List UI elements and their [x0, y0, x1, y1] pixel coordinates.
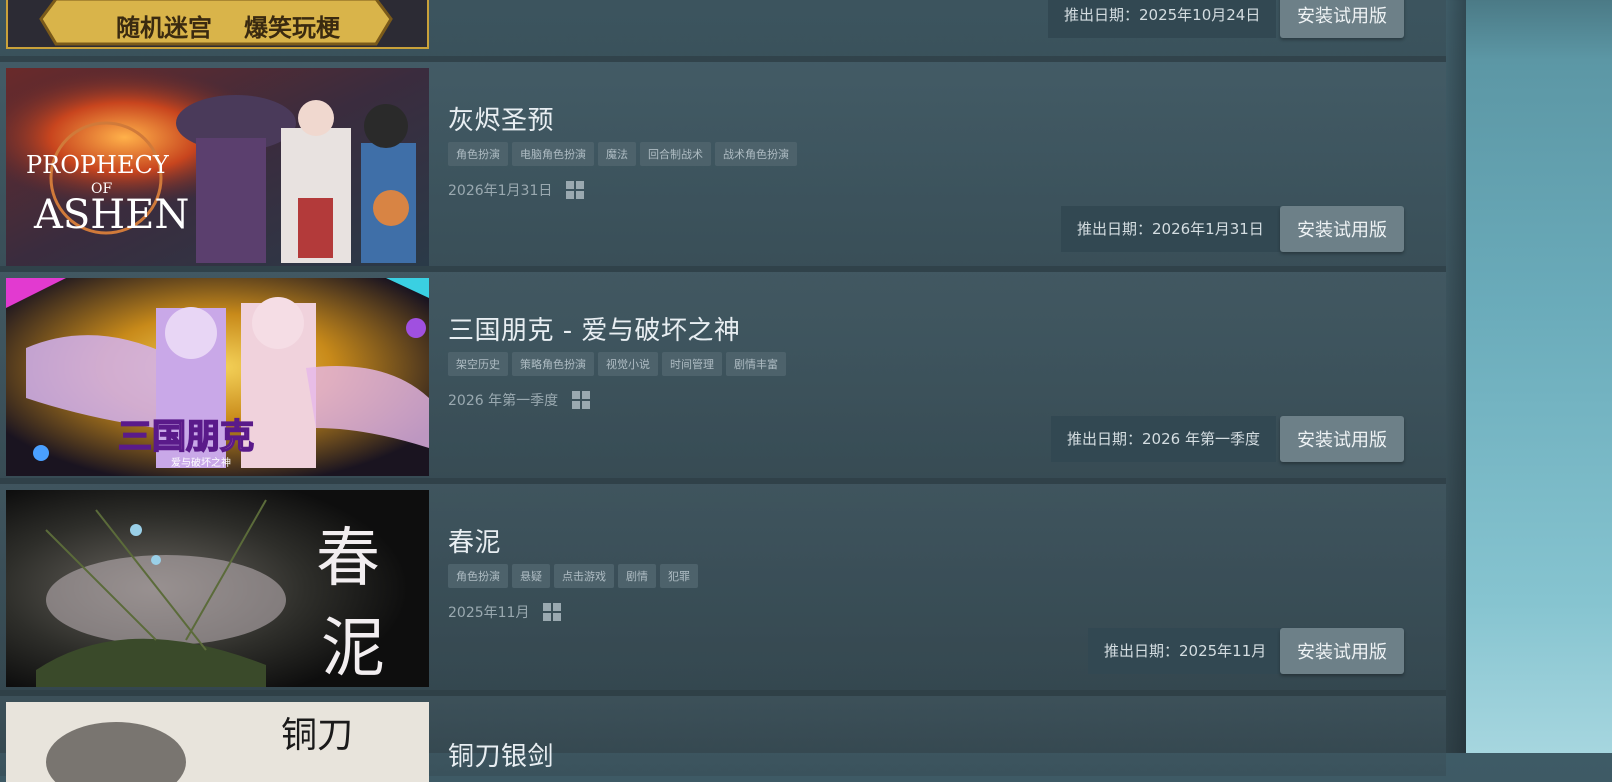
game-title[interactable]: 铜刀银剑 — [448, 736, 554, 773]
capsule-title-text: 随机迷宫 — [116, 14, 212, 42]
date-row: 2026年1月31日 — [448, 180, 585, 200]
right-background-panel — [1466, 0, 1612, 753]
tag-list: 角色扮演 悬疑 点击游戏 剧情 犯罪 — [448, 564, 698, 588]
tag-list: 架空历史 策略角色扮演 视觉小说 时间管理 剧情丰富 — [448, 352, 786, 376]
install-demo-button[interactable]: 安装试用版 — [1280, 416, 1404, 462]
game-tag[interactable]: 电脑角色扮演 — [512, 142, 594, 166]
game-tag[interactable]: 战术角色扮演 — [715, 142, 797, 166]
game-capsule-image[interactable]: 铜刀 — [6, 702, 429, 782]
game-title[interactable]: 春泥 — [448, 522, 501, 559]
game-row-prophecy[interactable]: PROPHECY OF ASHEN 灰烬圣预 角色扮演 电脑角色扮演 魔法 回合… — [0, 62, 1446, 272]
game-tag[interactable]: 剧情丰富 — [726, 352, 786, 376]
panel-shadow — [1446, 0, 1468, 753]
capsule-logo-text: ASHEN — [33, 192, 189, 238]
game-title[interactable]: 灰烬圣预 — [448, 100, 554, 137]
game-row-top-partial[interactable]: 随机迷宫 爆笑玩梗 推出日期：2025年10月24日 安装试用版 — [0, 0, 1446, 62]
capsule-logo-text: 三国朋克 — [118, 417, 254, 457]
date-row: 2025年11月 — [448, 602, 562, 622]
game-tag[interactable]: 剧情 — [618, 564, 656, 588]
release-date-text: 2026 年第一季度 — [448, 393, 559, 409]
game-tag[interactable]: 点击游戏 — [554, 564, 614, 588]
release-date-text: 2026年1月31日 — [448, 183, 553, 199]
install-demo-button[interactable]: 安装试用版 — [1280, 206, 1404, 252]
game-tag[interactable]: 魔法 — [598, 142, 636, 166]
game-list: 随机迷宫 爆笑玩梗 推出日期：2025年10月24日 安装试用版 PROPHEC… — [0, 0, 1446, 782]
game-capsule-image[interactable]: 随机迷宫 爆笑玩梗 — [6, 0, 429, 49]
game-row-sanguo[interactable]: 三国朋克 爱与破坏之神 三国朋克 - 爱与破坏之神 架空历史 策略角色扮演 视觉… — [0, 272, 1446, 484]
game-capsule-image[interactable]: 三国朋克 爱与破坏之神 — [6, 278, 429, 476]
release-date-pill: 推出日期：2026 年第一季度 — [1051, 416, 1276, 462]
date-row: 2026 年第一季度 — [448, 390, 591, 410]
windows-icon — [543, 603, 562, 621]
windows-icon — [572, 391, 591, 409]
game-tag[interactable]: 策略角色扮演 — [512, 352, 594, 376]
game-capsule-image[interactable]: 春 泥 — [6, 490, 429, 687]
game-capsule-image[interactable]: PROPHECY OF ASHEN — [6, 68, 429, 266]
game-tag[interactable]: 架空历史 — [448, 352, 508, 376]
game-tag[interactable]: 犯罪 — [660, 564, 698, 588]
game-row-bottom-partial[interactable]: 铜刀 铜刀银剑 — [0, 696, 1446, 782]
capsule-logo-text: 铜刀 — [281, 715, 353, 756]
game-tag[interactable]: 悬疑 — [512, 564, 550, 588]
capsule-subtitle-text: 爆笑玩梗 — [244, 14, 341, 42]
release-date-pill: 推出日期：2025年11月 — [1088, 628, 1283, 674]
game-tag[interactable]: 角色扮演 — [448, 564, 508, 588]
tag-list: 角色扮演 电脑角色扮演 魔法 回合制战术 战术角色扮演 — [448, 142, 797, 166]
game-tag[interactable]: 角色扮演 — [448, 142, 508, 166]
release-date-pill: 推出日期：2026年1月31日 — [1061, 206, 1280, 252]
capsule-logo-text: PROPHECY — [26, 151, 170, 179]
game-tag[interactable]: 回合制战术 — [640, 142, 711, 166]
install-demo-button[interactable]: 安装试用版 — [1280, 0, 1404, 38]
release-date-text: 2025年11月 — [448, 605, 530, 621]
game-tag[interactable]: 时间管理 — [662, 352, 722, 376]
install-demo-button[interactable]: 安装试用版 — [1280, 628, 1404, 674]
windows-icon — [566, 181, 585, 199]
game-title[interactable]: 三国朋克 - 爱与破坏之神 — [448, 310, 740, 347]
release-date-pill: 推出日期：2025年10月24日 — [1048, 0, 1277, 38]
game-tag[interactable]: 视觉小说 — [598, 352, 658, 376]
capsule-logo-text: 泥 — [321, 612, 385, 686]
capsule-logo-text: 春 — [316, 522, 380, 596]
game-row-chunni[interactable]: 春 泥 春泥 角色扮演 悬疑 点击游戏 剧情 犯罪 2025年11月 推出日期：… — [0, 484, 1446, 696]
capsule-logo-subtext: 爱与破坏之神 — [171, 456, 231, 469]
